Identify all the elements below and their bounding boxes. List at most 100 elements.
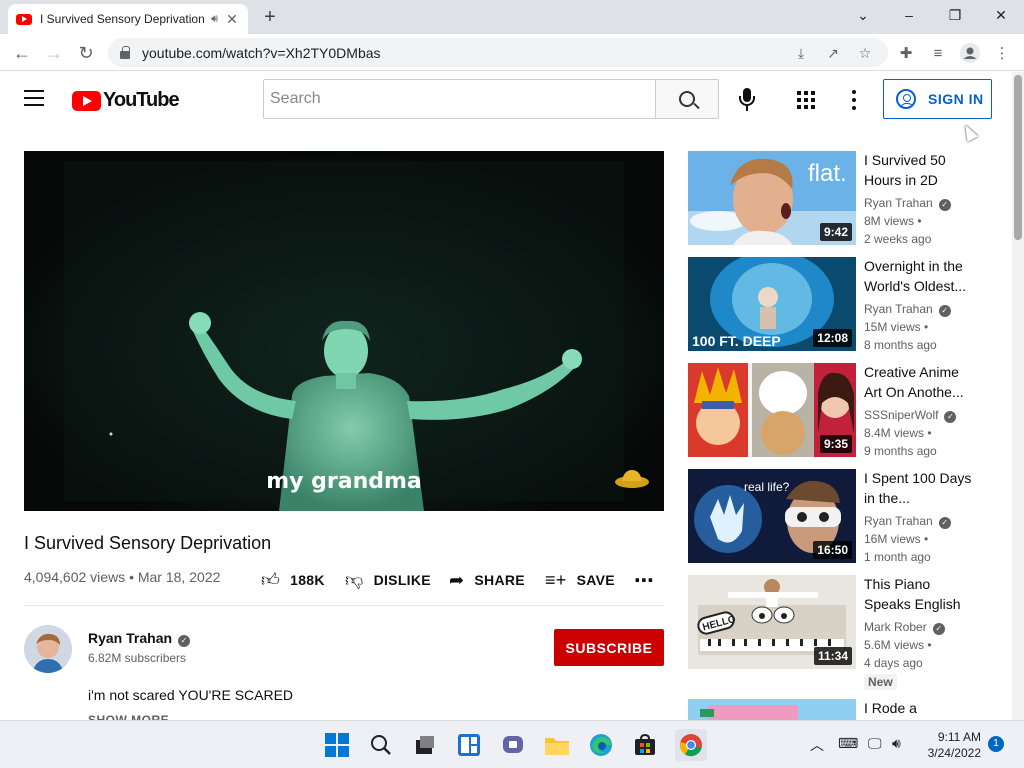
extensions-puzzle-icon[interactable]: ✚ — [892, 39, 920, 67]
search-field[interactable] — [263, 79, 656, 119]
playlist-add-icon: ≡+ — [545, 569, 567, 590]
related-thumbnail[interactable]: 100 FT. DEEP 12:08 — [688, 257, 856, 351]
teams-chat-icon[interactable] — [499, 731, 527, 759]
more-actions-icon[interactable]: ⋯ — [634, 566, 654, 594]
microsoft-store-icon[interactable] — [631, 731, 659, 759]
related-thumbnail[interactable]: flat. 9:42 — [688, 151, 856, 245]
profile-avatar-icon[interactable] — [956, 39, 984, 67]
settings-more-icon[interactable] — [851, 90, 857, 110]
related-thumbnail[interactable]: HELLO 11:34 — [688, 575, 856, 669]
page-scrollbar[interactable] — [1012, 72, 1024, 720]
lock-icon[interactable] — [120, 45, 130, 59]
youtube-favicon-icon — [16, 13, 32, 25]
network-icon[interactable]: 🖵︎ — [868, 735, 882, 752]
related-video-item[interactable]: 100 FT. DEEP 12:08 Overnight in the Worl… — [688, 256, 988, 352]
share-button[interactable]: ➦ SHARE — [449, 566, 525, 594]
search-input[interactable] — [270, 90, 655, 108]
verified-check-icon: ✓ — [178, 635, 191, 647]
channel-name-text[interactable]: Ryan Trahan — [88, 630, 172, 646]
related-title[interactable]: I Rode a — [864, 699, 974, 718]
save-button[interactable]: ≡+ SAVE — [545, 566, 615, 594]
voice-search-mic-icon[interactable] — [736, 88, 758, 112]
keyboard-icon[interactable]: ⌨ — [838, 735, 858, 752]
related-views: 5.6M views • — [864, 638, 932, 652]
volume-icon[interactable]: 🔊︎ — [892, 735, 901, 752]
url-text[interactable]: youtube.com/watch?v=Xh2TY0DMbas — [142, 45, 381, 61]
related-age: 2 weeks ago — [864, 232, 932, 246]
related-title[interactable]: I Survived 50 Hours in 2D — [864, 150, 974, 190]
address-bar[interactable]: youtube.com/watch?v=Xh2TY0DMbas ⤓ ↗ ☆ — [108, 38, 888, 67]
back-button[interactable]: ← — [8, 39, 36, 67]
verified-check-icon: ✓ — [938, 517, 951, 529]
like-button[interactable]: 👍︎ 188K — [261, 566, 325, 594]
video-caption: my grandma — [266, 469, 422, 494]
tab-search-icon[interactable]: ⌄ — [840, 0, 886, 30]
video-duration: 12:08 — [813, 329, 852, 347]
video-description: i'm not scared YOU'RE SCARED — [88, 687, 294, 703]
search-button[interactable] — [655, 79, 719, 119]
browser-menu-icon[interactable]: ⋮ — [988, 39, 1016, 67]
audio-playing-icon[interactable]: 🔊︎ — [211, 13, 218, 26]
video-duration: 9:42 — [819, 223, 852, 241]
clock-time: 9:11 AM — [937, 730, 981, 744]
subscribe-button[interactable]: SUBSCRIBE — [554, 629, 664, 666]
related-title[interactable]: Creative Anime Art On Anothe... — [864, 362, 974, 402]
system-clock[interactable]: 9:11 AM 3/24/2022 — [921, 729, 981, 761]
related-channel: Ryan Trahan ✓ — [864, 196, 951, 211]
task-view-icon[interactable] — [411, 731, 439, 759]
related-channel: SSSniperWolf ✓ — [864, 408, 957, 423]
file-explorer-icon[interactable] — [543, 731, 571, 759]
divider — [24, 605, 664, 606]
related-video-item[interactable]: real life? 16:50 I Spent 100 Days in the… — [688, 468, 988, 564]
window-close-button[interactable]: ✕ — [978, 0, 1024, 30]
share-page-icon[interactable]: ↗ — [822, 42, 844, 64]
new-tab-button[interactable]: + — [258, 6, 282, 30]
channel-name[interactable]: Ryan Trahan ✓ — [88, 630, 191, 647]
related-views: 8.4M views • — [864, 426, 932, 440]
related-thumbnail[interactable]: real life? 16:50 — [688, 469, 856, 563]
subscriber-count: 6.82M subscribers — [88, 651, 187, 665]
video-primary-info: 4,094,602 views • Mar 18, 2022 👍︎ 188K 👎… — [24, 566, 664, 594]
widgets-icon[interactable] — [455, 731, 483, 759]
view-count-date: 4,094,602 views • Mar 18, 2022 — [24, 569, 221, 585]
related-video-item[interactable]: 9:35 Creative Anime Art On Anothe... SSS… — [688, 362, 988, 458]
related-title[interactable]: This Piano Speaks English — [864, 574, 974, 614]
media-control-icon[interactable]: ≡ — [924, 39, 952, 67]
guide-menu-icon[interactable] — [24, 90, 44, 106]
forward-button[interactable]: → — [40, 39, 68, 67]
youtube-play-icon — [72, 90, 101, 111]
browser-tab[interactable]: I Survived Sensory Deprivation 🔊︎ ✕ — [8, 4, 248, 34]
verified-check-icon: ✓ — [932, 623, 945, 635]
related-title[interactable]: Overnight in the World's Oldest... — [864, 256, 974, 296]
minimize-button[interactable]: – — [886, 0, 932, 30]
user-circle-icon — [896, 89, 916, 109]
related-thumbnail[interactable]: 9:35 — [688, 363, 856, 457]
channel-watermark-icon[interactable] — [614, 467, 650, 491]
related-title[interactable]: I Spent 100 Days in the... — [864, 468, 974, 508]
youtube-apps-grid-icon[interactable] — [797, 91, 815, 109]
related-views: 8M views • — [864, 214, 922, 228]
channel-avatar[interactable] — [24, 625, 72, 673]
video-player[interactable]: my grandma — [24, 151, 664, 511]
windows-start-icon[interactable] — [323, 731, 351, 759]
taskbar-search-icon[interactable] — [367, 731, 395, 759]
related-video-item[interactable]: flat. 9:42 I Survived 50 Hours in 2D Rya… — [688, 150, 988, 246]
sign-in-button[interactable]: SIGN IN — [883, 79, 992, 119]
reload-button[interactable]: ↻ — [72, 39, 100, 67]
related-video-item[interactable]: I Rode a — [688, 699, 988, 720]
tab-close-icon[interactable]: ✕ — [224, 11, 240, 28]
verified-check-icon: ✓ — [938, 199, 951, 211]
related-video-item[interactable]: HELLO 11:34 This Piano Speaks English Ma… — [688, 574, 988, 670]
edge-browser-icon[interactable] — [587, 731, 615, 759]
notification-badge[interactable]: 1 — [988, 736, 1004, 752]
restore-button[interactable]: ❐ — [932, 0, 978, 30]
youtube-logo[interactable]: YouTube — [72, 89, 180, 112]
install-app-icon[interactable]: ⤓ — [790, 42, 812, 64]
scrollbar-thumb[interactable] — [1014, 75, 1022, 240]
chrome-browser-icon[interactable] — [675, 729, 707, 761]
related-thumbnail[interactable] — [688, 699, 856, 720]
show-hidden-icons-chevron-icon[interactable]: ︿ — [810, 735, 824, 755]
share-arrow-icon: ➦ — [449, 569, 465, 590]
dislike-button[interactable]: 👎︎ DISLIKE — [345, 566, 431, 594]
bookmark-star-icon[interactable]: ☆ — [854, 42, 876, 64]
